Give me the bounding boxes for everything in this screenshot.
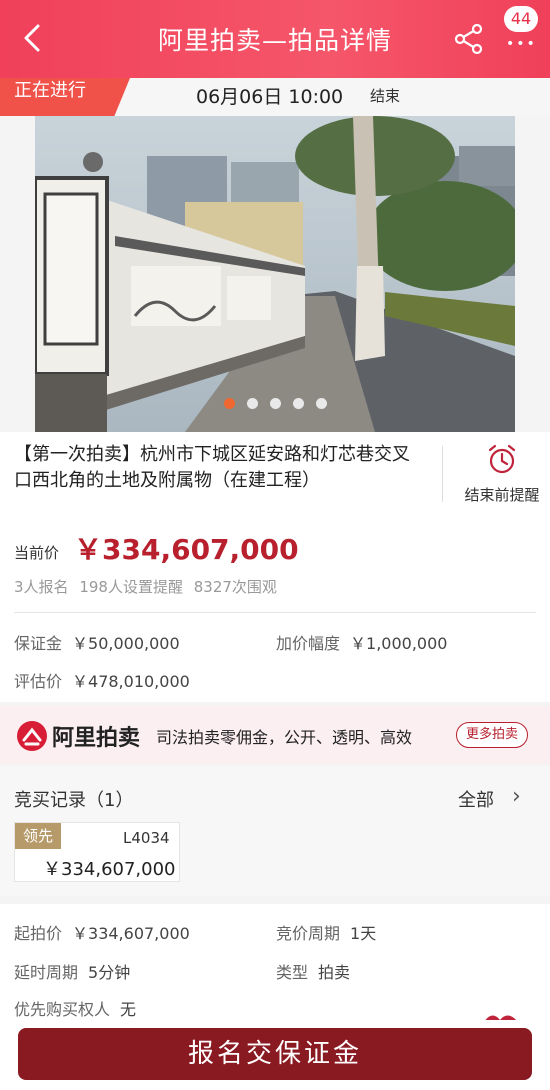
- bid-records-section: 竞买记录（1） 全部 › 领先 L4034 ￥334,607,000: [0, 766, 550, 896]
- auction-status-bar: 正在进行 06月06日 10:00 结束: [0, 78, 550, 116]
- top-navbar: 阿里拍卖—拍品详情 44 •••: [0, 0, 550, 78]
- delay-value: 5分钟: [88, 963, 131, 982]
- delay-label: 延时周期: [14, 963, 79, 982]
- back-arrow-icon: [24, 24, 40, 52]
- item-photo-carousel[interactable]: [35, 116, 515, 432]
- start-price-value: ￥334,607,000: [72, 924, 190, 943]
- end-label: 结束: [370, 87, 401, 105]
- share-icon: [454, 23, 483, 55]
- appraisal-value: ￥478,010,000: [72, 672, 190, 691]
- leading-badge: 领先: [15, 823, 61, 849]
- deposit-row: 保证金 ￥50,000,000: [14, 630, 180, 654]
- page-title: 阿里拍卖—拍品详情: [157, 26, 392, 55]
- current-price-label: 当前价: [14, 544, 60, 562]
- divider: [442, 446, 443, 502]
- ali-auction-banner: 阿里拍卖 司法拍卖零佣金，公开、透明、高效 更多拍卖: [0, 706, 550, 764]
- bid-record-card: 领先 L4034 ￥334,607,000: [14, 822, 180, 882]
- start-price-row: 起拍价 ￥334,607,000: [14, 920, 190, 944]
- item-info-card: 【第一次拍卖】杭州市下城区延安路和灯芯巷交叉口西北角的土地及附属物（在建工程） …: [0, 432, 550, 702]
- carousel-dot[interactable]: [223, 398, 235, 409]
- priority-value: 无: [120, 1000, 137, 1019]
- bid-amount: ￥334,607,000: [43, 859, 176, 880]
- more-auctions-button[interactable]: 更多拍卖: [456, 722, 528, 748]
- ali-auction-logo: [17, 721, 47, 751]
- reminder-count: 198人设置提醒: [79, 578, 183, 596]
- priority-label: 优先购买权人: [14, 1000, 111, 1019]
- divider: [14, 612, 536, 613]
- start-price-label: 起拍价: [14, 924, 63, 943]
- current-price: ￥334,607,000: [74, 533, 299, 566]
- type-label: 类型: [276, 963, 309, 982]
- carousel-dot[interactable]: [292, 398, 304, 409]
- ali-brand-name: 阿里拍卖: [52, 726, 141, 751]
- period-row: 竞价周期 1天: [276, 920, 376, 944]
- ali-slogan: 司法拍卖零佣金，公开、透明、高效: [156, 728, 413, 747]
- priority-row: 优先购买权人无: [14, 996, 136, 1020]
- notification-badge: 44: [504, 6, 538, 32]
- share-button[interactable]: [452, 22, 486, 56]
- status-flag: 正在进行: [0, 78, 130, 116]
- register-deposit-button[interactable]: 报名交保证金: [18, 1028, 532, 1080]
- appraisal-label: 评估价: [14, 672, 63, 691]
- appraisal-row: 评估价 ￥478,010,000: [14, 668, 190, 692]
- signup-count: 3人报名: [14, 578, 69, 596]
- item-stats: 3人报名 198人设置提醒 8327次围观: [14, 576, 277, 597]
- view-count: 8327次围观: [193, 578, 277, 596]
- increment-value: ￥1,000,000: [350, 634, 448, 653]
- carousel-dot[interactable]: [246, 398, 258, 409]
- deposit-value: ￥50,000,000: [72, 634, 180, 653]
- delay-row: 延时周期 5分钟: [14, 959, 130, 983]
- item-title: 【第一次拍卖】杭州市下城区延安路和灯芯巷交叉口西北角的土地及附属物（在建工程）: [14, 444, 410, 491]
- type-row: 类型 拍卖: [276, 959, 350, 983]
- period-label: 竞价周期: [276, 924, 341, 943]
- deposit-label: 保证金: [14, 634, 63, 653]
- end-reminder-button[interactable]: 结束前提醒: [452, 442, 550, 505]
- reminder-label: 结束前提醒: [464, 486, 540, 504]
- auction-details: 起拍价 ￥334,607,000 竞价周期 1天 延时周期 5分钟 类型 拍卖 优先购买…: [0, 904, 550, 1024]
- carousel-indicator: [35, 398, 515, 409]
- end-time: 06月06日 10:00: [196, 86, 344, 108]
- bidder-id: L4034: [123, 829, 170, 847]
- back-button[interactable]: [14, 18, 54, 58]
- increment-row: 加价幅度 ￥1,000,000: [276, 630, 447, 654]
- more-menu-button[interactable]: 44 •••: [500, 0, 542, 56]
- view-all-bids-link[interactable]: 全部: [458, 786, 494, 812]
- type-value: 拍卖: [318, 963, 351, 982]
- alarm-clock-icon: [488, 444, 516, 474]
- bid-records-title: 竞买记录（1）: [14, 790, 134, 811]
- period-value: 1天: [350, 924, 377, 943]
- chevron-right-icon: ›: [512, 784, 521, 809]
- carousel-dot[interactable]: [315, 398, 327, 409]
- increment-label: 加价幅度: [276, 634, 341, 653]
- street-photo-image: [35, 116, 515, 432]
- more-icon: •••: [506, 36, 537, 52]
- bottom-action-bar: 报名交保证金: [0, 1020, 550, 1090]
- carousel-dot[interactable]: [269, 398, 281, 409]
